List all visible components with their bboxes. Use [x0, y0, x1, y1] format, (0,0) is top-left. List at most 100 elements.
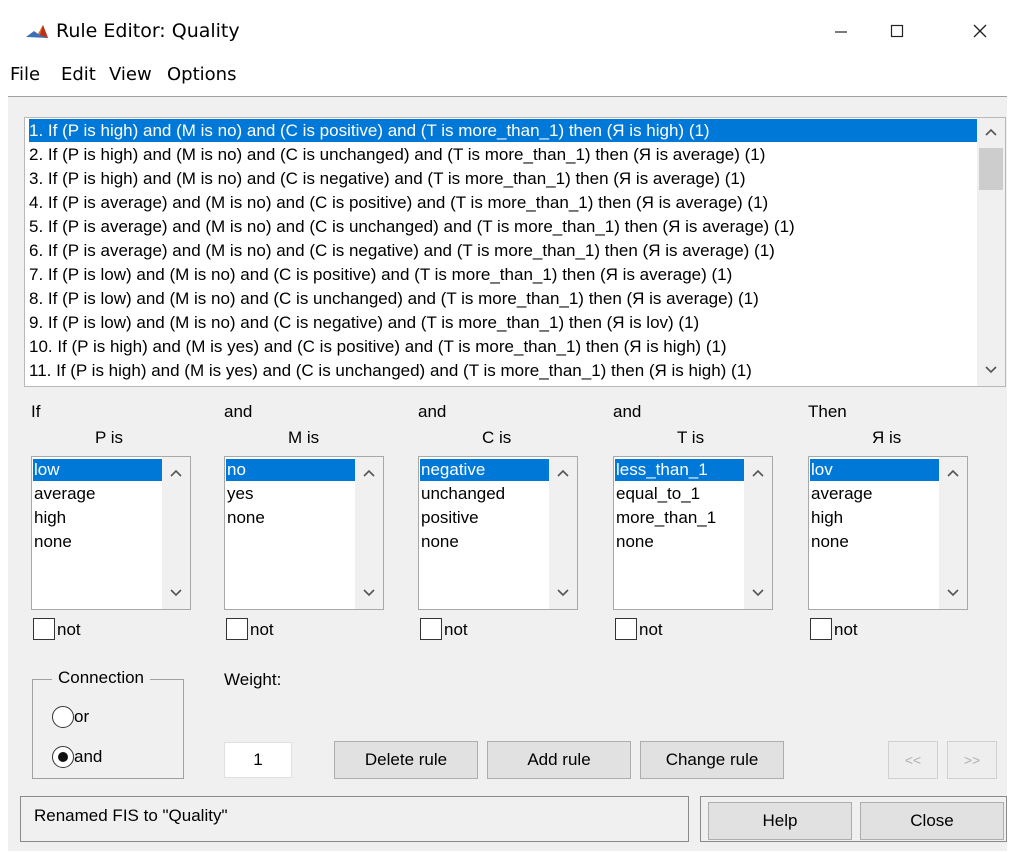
scroll-up-icon[interactable]	[939, 461, 967, 485]
rule-item[interactable]: 11. If (P is high) and (M is yes) and (C…	[29, 359, 752, 382]
output-membership-list[interactable]: lov average high none	[808, 456, 968, 610]
next-rule-button[interactable]: >>	[947, 741, 997, 779]
variable-label: T is	[677, 428, 705, 447]
help-button[interactable]: Help	[708, 802, 852, 840]
or-radio[interactable]	[52, 706, 74, 728]
list-item[interactable]: low	[33, 459, 162, 481]
status-message: Renamed FIS to "Quality"	[34, 806, 228, 825]
variable-label: P is	[95, 428, 124, 447]
radio-selected-dot	[58, 752, 68, 762]
rule-item[interactable]: 5. If (P is average) and (M is no) and (…	[29, 215, 795, 238]
close-icon[interactable]	[957, 16, 1003, 46]
connector-label: Then	[808, 402, 847, 421]
weight-input[interactable]: 1	[224, 742, 292, 778]
list-scrollbar[interactable]	[355, 457, 383, 609]
not-label: not	[57, 620, 81, 639]
rule-item[interactable]: 9. If (P is low) and (M is no) and (C is…	[29, 311, 699, 334]
not-checkbox[interactable]	[226, 618, 248, 640]
rule-item[interactable]: 7. If (P is low) and (M is no) and (C is…	[29, 263, 732, 286]
menu-view[interactable]: View	[109, 64, 152, 85]
rule-item[interactable]: 2. If (P is high) and (M is no) and (C i…	[29, 143, 765, 166]
list-item[interactable]: none	[615, 531, 744, 553]
scroll-down-icon[interactable]	[355, 581, 383, 605]
scroll-up-icon[interactable]	[355, 461, 383, 485]
scroll-down-icon[interactable]	[549, 581, 577, 605]
list-item[interactable]: average	[33, 483, 162, 505]
scroll-up-icon[interactable]	[549, 461, 577, 485]
minimize-icon[interactable]	[818, 16, 864, 46]
scroll-up-icon[interactable]	[977, 120, 1005, 144]
rule-item[interactable]: 1. If (P is high) and (M is no) and (C i…	[29, 119, 993, 142]
list-item[interactable]: high	[33, 507, 162, 529]
close-button[interactable]: Close	[860, 802, 1004, 840]
rule-item[interactable]: 8. If (P is low) and (M is no) and (C is…	[29, 287, 759, 310]
scroll-down-icon[interactable]	[977, 358, 1005, 382]
rule-item[interactable]: 6. If (P is average) and (M is no) and (…	[29, 239, 775, 262]
rule-item[interactable]: 3. If (P is high) and (M is no) and (C i…	[29, 167, 746, 190]
list-item[interactable]: more_than_1	[615, 507, 744, 529]
list-item[interactable]: less_than_1	[615, 459, 744, 481]
scroll-thumb[interactable]	[979, 148, 1003, 190]
list-item[interactable]: no	[226, 459, 355, 481]
title-bar: Rule Editor: Quality	[0, 0, 1011, 60]
list-item[interactable]: lov	[810, 459, 939, 481]
menu-options[interactable]: Options	[167, 64, 236, 85]
not-label: not	[250, 620, 274, 639]
variable-label: Я is	[872, 428, 902, 447]
not-checkbox[interactable]	[420, 618, 442, 640]
add-rule-button[interactable]: Add rule	[487, 741, 631, 779]
list-item[interactable]: high	[810, 507, 939, 529]
connector-label: and	[613, 402, 642, 421]
variable-label: M is	[288, 428, 320, 447]
scroll-down-icon[interactable]	[744, 581, 772, 605]
m-membership-list[interactable]: no yes none	[224, 456, 384, 610]
not-label: not	[834, 620, 858, 639]
connector-label: and	[224, 402, 253, 421]
and-label: and	[74, 747, 103, 766]
scroll-up-icon[interactable]	[162, 461, 190, 485]
maximize-icon[interactable]	[874, 16, 920, 46]
list-scrollbar[interactable]	[162, 457, 190, 609]
menu-bar: File Edit View Options	[0, 60, 1011, 94]
c-membership-list[interactable]: negative unchanged positive none	[418, 456, 578, 610]
list-item[interactable]: positive	[420, 507, 549, 529]
rule-list-scrollbar[interactable]	[977, 118, 1005, 386]
menu-file[interactable]: File	[10, 64, 40, 85]
p-membership-list[interactable]: low average high none	[31, 456, 191, 610]
menu-edit[interactable]: Edit	[61, 64, 96, 85]
list-item[interactable]: none	[810, 531, 939, 553]
list-item[interactable]: yes	[226, 483, 355, 505]
change-rule-button[interactable]: Change rule	[640, 741, 784, 779]
list-item[interactable]: none	[33, 531, 162, 553]
list-scrollbar[interactable]	[939, 457, 967, 609]
connector-label: and	[418, 402, 447, 421]
list-item[interactable]: negative	[420, 459, 549, 481]
list-scrollbar[interactable]	[549, 457, 577, 609]
scroll-up-icon[interactable]	[744, 461, 772, 485]
list-item[interactable]: none	[226, 507, 355, 529]
list-item[interactable]: unchanged	[420, 483, 549, 505]
scroll-down-icon[interactable]	[162, 581, 190, 605]
scroll-down-icon[interactable]	[939, 581, 967, 605]
rule-item[interactable]: 4. If (P is average) and (M is no) and (…	[29, 191, 768, 214]
list-item[interactable]: none	[420, 531, 549, 553]
not-label: not	[639, 620, 663, 639]
delete-rule-button[interactable]: Delete rule	[334, 741, 478, 779]
list-item[interactable]: average	[810, 483, 939, 505]
not-checkbox[interactable]	[33, 618, 55, 640]
list-scrollbar[interactable]	[744, 457, 772, 609]
rule-list[interactable]: 1. If (P is high) and (M is no) and (C i…	[24, 117, 1006, 387]
not-checkbox[interactable]	[615, 618, 637, 640]
t-membership-list[interactable]: less_than_1 equal_to_1 more_than_1 none	[613, 456, 773, 610]
and-radio[interactable]	[52, 746, 74, 768]
connection-title: Connection	[52, 668, 151, 688]
previous-rule-button[interactable]: <<	[888, 741, 938, 779]
not-label: not	[444, 620, 468, 639]
not-checkbox[interactable]	[810, 618, 832, 640]
list-item[interactable]: equal_to_1	[615, 483, 744, 505]
variable-label: C is	[482, 428, 512, 447]
rule-item[interactable]: 10. If (P is high) and (M is yes) and (C…	[29, 335, 727, 358]
connector-label: If	[31, 402, 41, 421]
or-label: or	[74, 707, 90, 726]
weight-label: Weight:	[224, 670, 282, 689]
